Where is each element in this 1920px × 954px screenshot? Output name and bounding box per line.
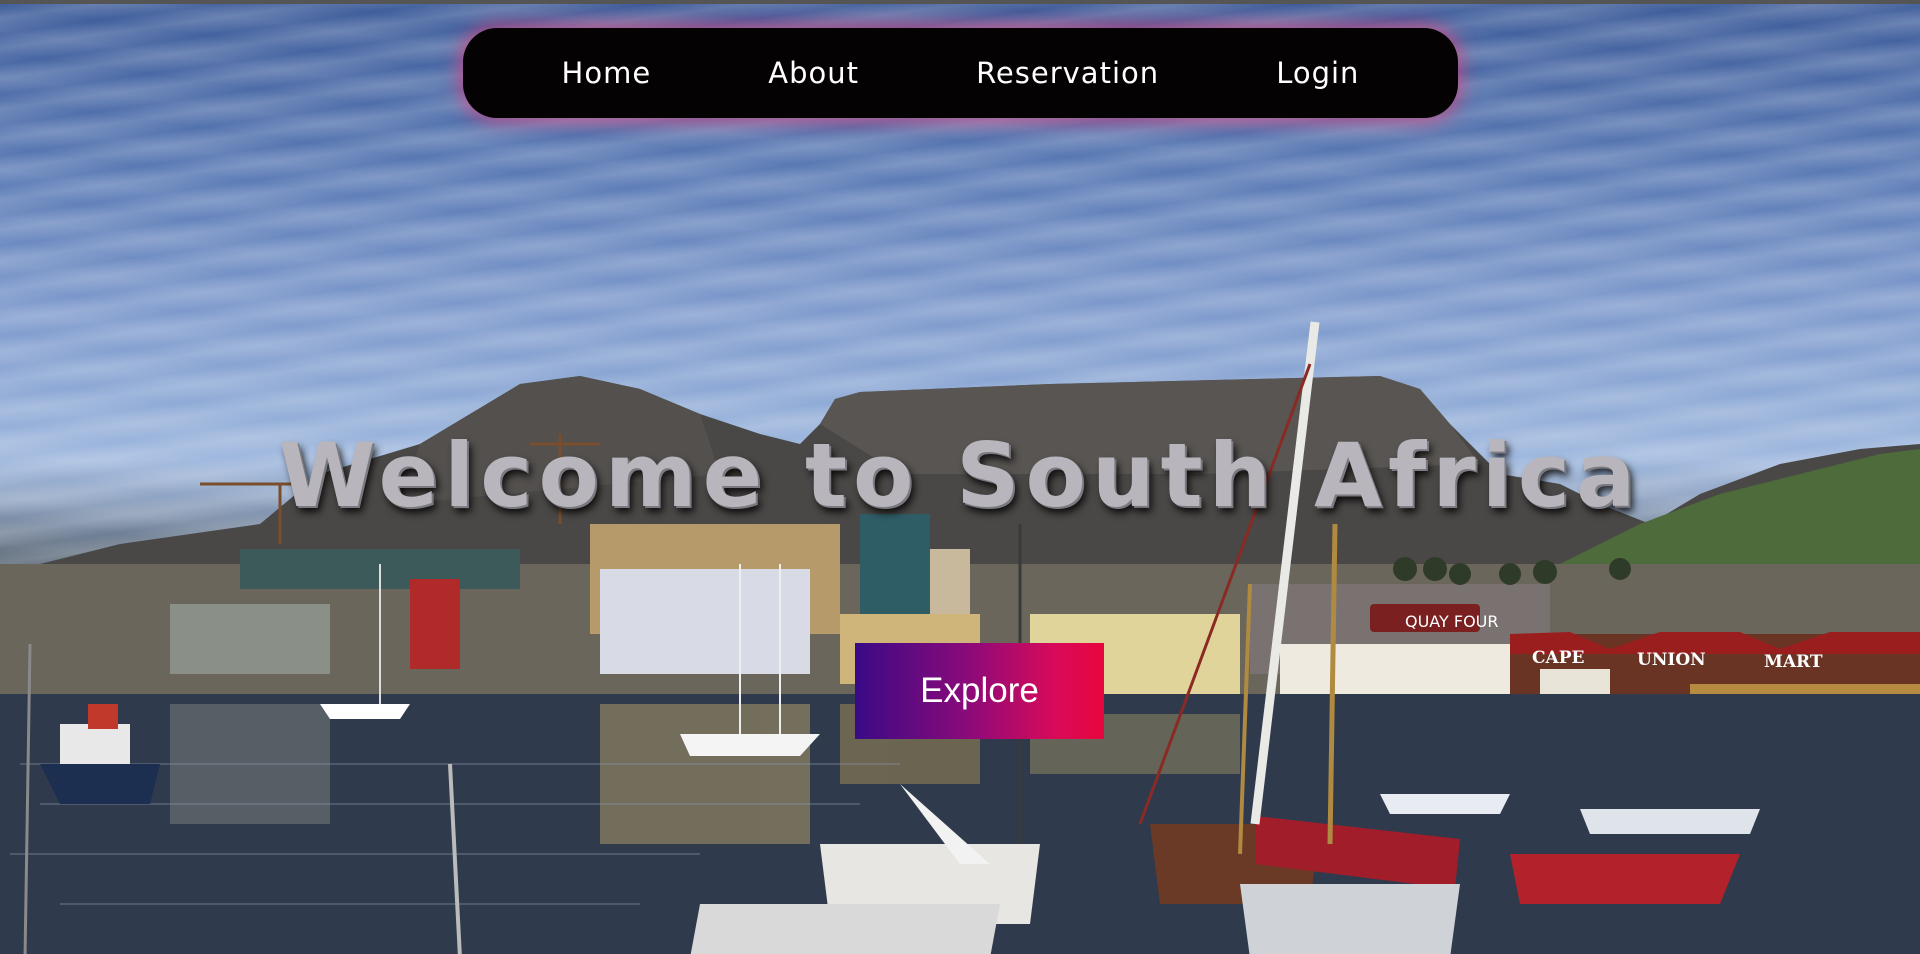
- nav-link-home[interactable]: Home: [562, 56, 652, 90]
- sign-union: UNION: [1637, 650, 1706, 670]
- nav-link-about[interactable]: About: [768, 56, 859, 90]
- main-navbar: Home About Reservation Login: [463, 28, 1458, 118]
- sign-cape: CAPE: [1532, 648, 1585, 668]
- explore-button[interactable]: Explore: [855, 643, 1104, 739]
- nav-link-login[interactable]: Login: [1276, 56, 1359, 90]
- sign-quay-four: QUAY FOUR: [1405, 612, 1499, 631]
- nav-link-reservation[interactable]: Reservation: [976, 56, 1159, 90]
- hero-background: QUAY FOUR CAPE UNION MART Home About Res…: [0, 0, 1920, 954]
- sign-mart: MART: [1764, 652, 1823, 672]
- hero-title: Welcome to South Africa: [278, 424, 1642, 527]
